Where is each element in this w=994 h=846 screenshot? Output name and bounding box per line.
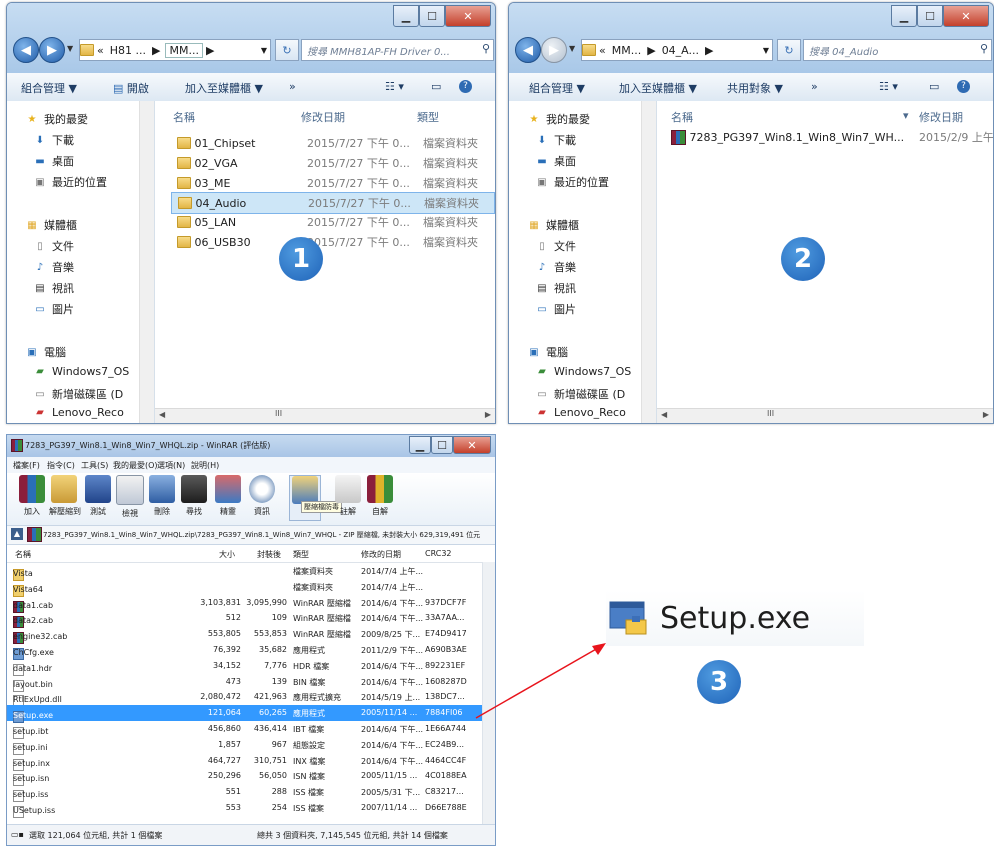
callout-arrow	[475, 643, 606, 719]
step-badge-3: 3	[697, 660, 741, 704]
setup-exe-zoom: Setup.exe	[606, 590, 864, 646]
setup-exe-label[interactable]: Setup.exe	[660, 601, 810, 636]
setup-exe-icon	[609, 601, 647, 635]
